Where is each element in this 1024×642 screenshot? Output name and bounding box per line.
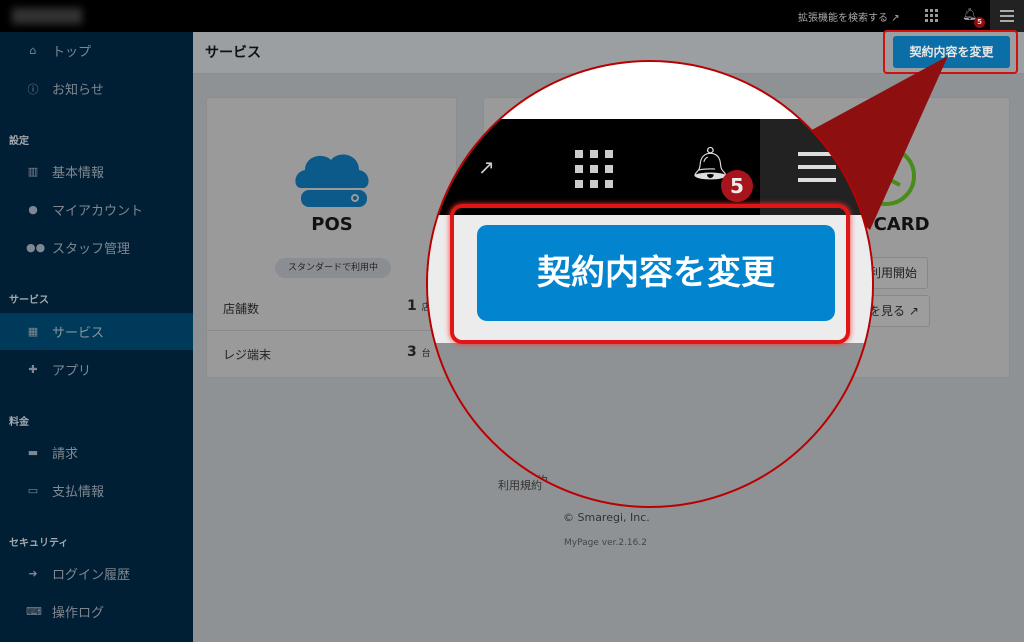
external-link-icon: ↗ [478, 155, 495, 179]
terms-link: 利用規約 [500, 474, 549, 488]
notification-badge: 5 [721, 170, 753, 202]
change-contract-button-zoomed: 契約内容を変更 [477, 225, 835, 321]
grid-icon [575, 150, 613, 188]
magnifier-callout: ↗ 🔔︎ 5 契約内容を変更 利用規約 [426, 60, 874, 508]
